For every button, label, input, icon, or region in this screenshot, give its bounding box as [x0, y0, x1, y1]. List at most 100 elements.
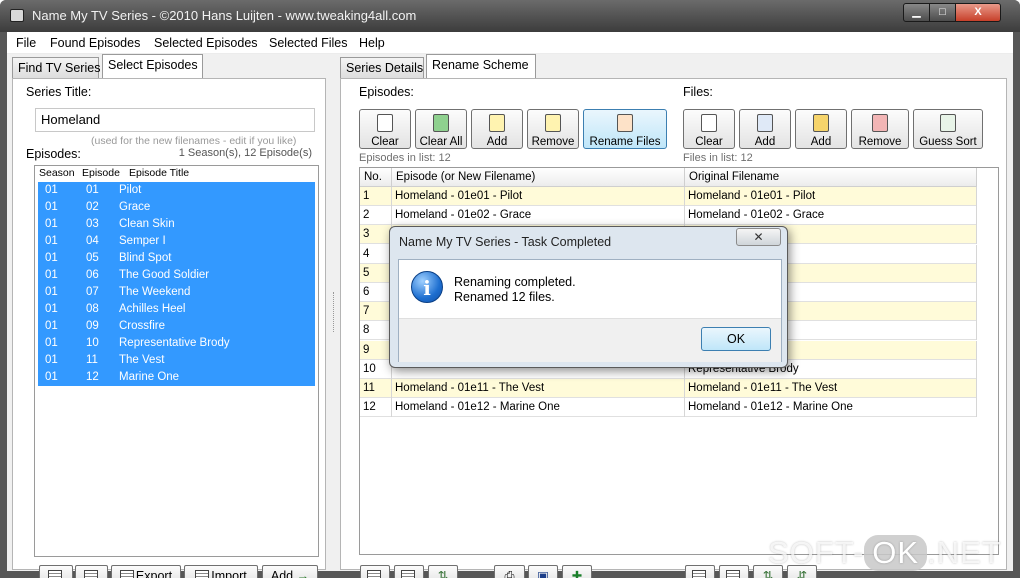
- grid-row[interactable]: 1 Homeland - 01e01 - Pilot Homeland - 01e0…: [360, 187, 977, 206]
- grid-cell-no: 3: [360, 225, 392, 245]
- grid-cell-no: 10: [360, 359, 392, 379]
- new-list-button[interactable]: ✚: [562, 565, 592, 578]
- row-title: Crossfire: [119, 320, 166, 332]
- row-season: 01: [45, 371, 58, 383]
- grid-cell-episode: Homeland - 01e02 - Grace: [392, 206, 685, 226]
- episodes-add-button[interactable]: Add: [471, 109, 523, 149]
- episodes-add-label: Add: [486, 136, 508, 148]
- grid-col-no[interactable]: No.: [360, 168, 392, 187]
- row-season: 01: [45, 184, 58, 196]
- episode-row[interactable]: 01 08 Achilles Heel: [38, 301, 315, 318]
- row-title: The Vest: [119, 354, 165, 366]
- menu-found-episodes[interactable]: Found Episodes: [50, 36, 140, 50]
- episodes-label: Episodes:: [26, 147, 81, 161]
- import-button[interactable]: Import: [184, 565, 258, 578]
- save-button[interactable]: ▣: [528, 565, 558, 578]
- episode-row[interactable]: 01 11 The Vest: [38, 352, 315, 369]
- row-episode: 02: [86, 201, 99, 213]
- series-title-input[interactable]: Homeland: [35, 108, 315, 132]
- remove-file-icon: [872, 114, 888, 132]
- episodes-clear-all-label: Clear All: [419, 136, 463, 148]
- episodes-remove-button[interactable]: Remove: [527, 109, 579, 149]
- row-title: Clean Skin: [119, 218, 175, 230]
- grid-cell-no: 11: [360, 379, 392, 398]
- dialog-close-button[interactable]: ✕: [736, 228, 781, 246]
- col-season[interactable]: Season: [39, 166, 75, 181]
- printer-icon: ⎙: [504, 569, 515, 578]
- export-icon: [119, 570, 134, 578]
- episode-row[interactable]: 01 06 The Good Soldier: [38, 267, 315, 284]
- page-icon: [377, 114, 393, 132]
- episode-list[interactable]: Season Episode Episode Title 01 01 Pilot 01…: [34, 165, 319, 557]
- episode-row[interactable]: 01 09 Crossfire: [38, 318, 315, 335]
- select-all-button[interactable]: [39, 565, 73, 578]
- grid-cell-no: 8: [360, 321, 392, 341]
- guess-sort-button[interactable]: Guess Sort: [913, 109, 983, 149]
- col-episode-title[interactable]: Episode Title: [129, 166, 189, 181]
- grid-cell-no: 1: [360, 187, 392, 206]
- menu-file[interactable]: File: [16, 36, 36, 50]
- episode-row[interactable]: 01 12 Marine One: [38, 369, 315, 386]
- series-title-hint: (used for the new filenames - edit if yo…: [91, 135, 297, 147]
- tab-series-details[interactable]: Series Details: [340, 57, 424, 79]
- tab-find-tv-series[interactable]: Find TV Series: [12, 57, 100, 79]
- episode-row[interactable]: 01 02 Grace: [38, 199, 315, 216]
- menu-selected-files[interactable]: Selected Files: [269, 36, 348, 50]
- select-episodes-panel: Series Title: Homeland (used for the new…: [12, 78, 326, 578]
- grid-select-all-button[interactable]: [360, 565, 390, 578]
- information-icon: i: [411, 271, 443, 303]
- remove-row-icon: [545, 114, 561, 132]
- grid-col-original[interactable]: Original Filename: [685, 168, 977, 187]
- episode-row[interactable]: 01 01 Pilot: [38, 182, 315, 199]
- minimize-button[interactable]: ▁: [903, 3, 930, 22]
- episode-row[interactable]: 01 04 Semper I: [38, 233, 315, 250]
- files-select-none-button[interactable]: [719, 565, 749, 578]
- episodes-clear-button[interactable]: Clear: [359, 109, 411, 149]
- grid-select-none-button[interactable]: [394, 565, 424, 578]
- episodes-clear-all-button[interactable]: Clear All: [415, 109, 467, 149]
- row-episode: 08: [86, 303, 99, 315]
- files-add-file-button[interactable]: Add: [739, 109, 791, 149]
- grid-sort-button[interactable]: ⇅: [428, 565, 458, 578]
- files-add-folder-button[interactable]: Add: [795, 109, 847, 149]
- grid-row[interactable]: 11 Homeland - 01e11 - The Vest Homeland - …: [360, 379, 977, 398]
- files-select-all-button[interactable]: [685, 565, 715, 578]
- print-button[interactable]: ⎙: [494, 565, 525, 578]
- window-title: Name My TV Series - ©2010 Hans Luijten -…: [32, 8, 417, 23]
- row-episode: 11: [86, 354, 98, 366]
- grid-cell-no: 5: [360, 263, 392, 283]
- tab-rename-scheme[interactable]: Rename Scheme: [426, 54, 536, 79]
- grid-row[interactable]: 2 Homeland - 01e02 - Grace Homeland - 01e0…: [360, 206, 977, 226]
- watermark-left: SOFT-: [768, 535, 865, 570]
- grid-row[interactable]: 12 Homeland - 01e12 - Marine One Homeland …: [360, 398, 977, 418]
- maximize-button[interactable]: □: [929, 3, 956, 22]
- dialog-message-line2: Renamed 12 files.: [454, 290, 555, 304]
- export-button[interactable]: Export: [111, 565, 181, 578]
- row-season: 01: [45, 354, 58, 366]
- ok-button[interactable]: OK: [701, 327, 771, 351]
- menu-help[interactable]: Help: [359, 36, 385, 50]
- episode-row[interactable]: 01 05 Blind Spot: [38, 250, 315, 267]
- episode-row[interactable]: 01 10 Representative Brody: [38, 335, 315, 352]
- episode-row[interactable]: 01 03 Clean Skin: [38, 216, 315, 233]
- files-clear-button[interactable]: Clear: [683, 109, 735, 149]
- add-selected-button[interactable]: Add →: [262, 565, 318, 578]
- col-episode[interactable]: Episode: [82, 166, 120, 181]
- row-episode: 06: [86, 269, 99, 281]
- grid-cell-no: 7: [360, 302, 392, 322]
- title-bar[interactable]: Name My TV Series - ©2010 Hans Luijten -…: [0, 0, 1020, 32]
- episode-row[interactable]: 01 07 The Weekend: [38, 284, 315, 301]
- splitter-grip[interactable]: [333, 292, 336, 332]
- grid-cell-original: Homeland - 01e12 - Marine One: [685, 398, 977, 418]
- add-file-icon: [757, 114, 773, 132]
- tab-select-episodes[interactable]: Select Episodes: [102, 54, 203, 79]
- rename-files-button[interactable]: Rename Files: [583, 109, 667, 149]
- dialog-title: Name My TV Series - Task Completed: [399, 235, 612, 249]
- episode-list-header: Season Episode Episode Title: [35, 166, 318, 182]
- menu-selected-episodes[interactable]: Selected Episodes: [154, 36, 258, 50]
- select-none-button[interactable]: [75, 565, 108, 578]
- grid-col-episode[interactable]: Episode (or New Filename): [392, 168, 685, 187]
- files-remove-button[interactable]: Remove: [851, 109, 909, 149]
- app-icon: [10, 9, 24, 22]
- close-window-button[interactable]: X: [955, 3, 1001, 22]
